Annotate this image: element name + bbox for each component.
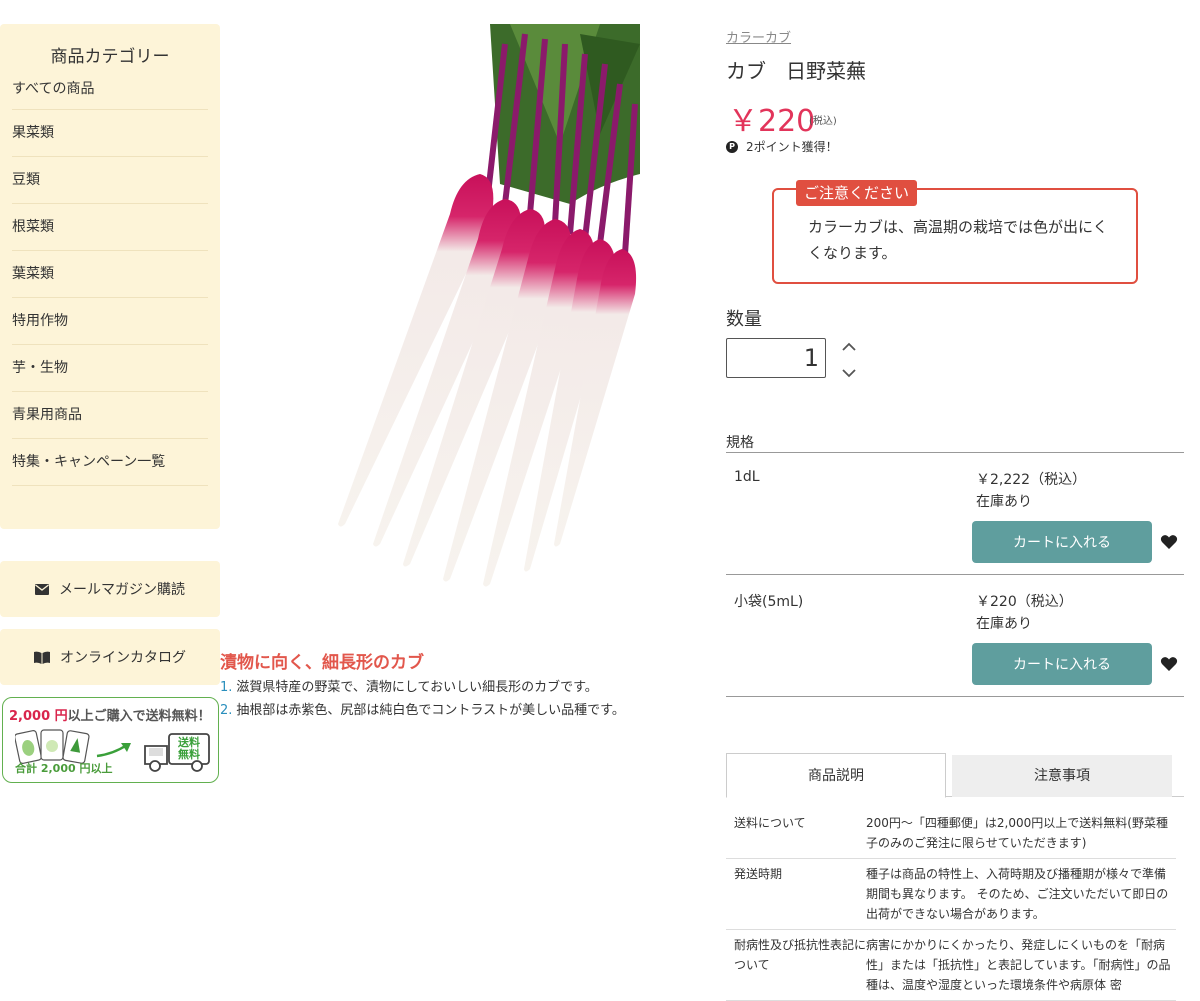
heart-icon[interactable] (1160, 533, 1178, 551)
spec-label: 規格 (726, 435, 754, 451)
category-item-potatoes[interactable]: 芋・生物 (12, 345, 208, 392)
info-key: 発送時期 (734, 867, 783, 881)
banner-subtext: 合計 2,000 円以上 (15, 762, 113, 775)
truck-text-2: 無料 (178, 747, 200, 761)
quantity-stepper (838, 336, 860, 384)
category-item-beans[interactable]: 豆類 (12, 157, 208, 204)
envelope-icon (35, 583, 49, 595)
feature-title: 漬物に向く、細長形のカブ (220, 653, 424, 673)
variant-row: 小袋(5mL) ￥220（税込） 在庫あり カートに入れる (726, 575, 1184, 697)
newsletter-button[interactable]: メールマガジン購読 (0, 561, 220, 617)
info-value: 病害にかかりにくかったり、発症しにくいものを「耐病性」または「抵抗性」と表記して… (866, 938, 1171, 992)
add-to-cart-button[interactable]: カートに入れる (972, 521, 1152, 563)
product-category-link[interactable]: カラーカブ (726, 27, 791, 46)
chevron-up-icon[interactable] (838, 336, 860, 358)
quantity-input[interactable] (726, 338, 826, 378)
variant-table: 1dL ￥2,222（税込） 在庫あり カートに入れる 小袋(5mL) ￥220… (726, 452, 1184, 697)
tab-notes[interactable]: 注意事項 (952, 755, 1172, 797)
category-item-fruit-vegetables[interactable]: 果菜類 (12, 110, 208, 157)
tax-note: (税込) (809, 116, 837, 127)
category-item-special-crops[interactable]: 特用作物 (12, 298, 208, 345)
variant-price: ￥2,222（税込） (976, 472, 1087, 488)
heart-icon[interactable] (1160, 655, 1178, 673)
tab-description[interactable]: 商品説明 (726, 753, 946, 798)
category-list: すべての商品 果菜類 豆類 根菜類 葉菜類 特用作物 芋・生物 青果用商品 特集… (0, 70, 220, 486)
info-key: 送料について (734, 816, 806, 830)
variant-row: 1dL ￥2,222（税込） 在庫あり カートに入れる (726, 453, 1184, 575)
variant-name: 小袋(5mL) (734, 594, 804, 610)
feature-number: 2. (220, 703, 233, 718)
add-to-cart-button[interactable]: カートに入れる (972, 643, 1152, 685)
category-title: 商品カテゴリー (50, 47, 170, 67)
variant-name: 1dL (734, 469, 760, 485)
banner-headline-rest: 以上ご購入で送料無料！ (67, 709, 211, 724)
feature-text: 抽根部は赤紫色、尻部は純白色でコントラストが美しい品種です。 (236, 703, 625, 718)
product-tabs: 商品説明 注意事項 (726, 753, 1184, 798)
free-shipping-banner[interactable]: 2,000 円以上ご購入で送料無料！ 送料 無料 合計 2,000 円以上 (2, 697, 219, 783)
info-value: 種子は商品の特性上、入荷時期及び播種期が様々で準備期間も異なります。 そのため、… (866, 867, 1169, 921)
newsletter-label: メールマガジン購読 (59, 582, 185, 598)
feature-text: 滋賀県特産の野菜で、漬物にしておいしい細長形のカブです。 (236, 680, 598, 695)
feature-item: 2. 抽根部は赤紫色、尻部は純白色でコントラストが美しい品種です。 (220, 699, 625, 722)
feature-item: 1. 滋賀県特産の野菜で、漬物にしておいしい細長形のカブです。 (220, 676, 625, 699)
chevron-down-icon[interactable] (838, 362, 860, 384)
variant-stock: 在庫あり (976, 494, 1032, 510)
info-row: 耐病性及び抵抗性表記について 病害にかかりにくかったり、発症しにくいものを「耐病… (726, 930, 1176, 1001)
category-sidebar: 商品カテゴリー すべての商品 果菜類 豆類 根菜類 葉菜類 特用作物 芋・生物 … (0, 24, 220, 529)
book-icon (34, 651, 50, 664)
banner-amount: 2,000 円 (9, 709, 68, 724)
notice-box: ご注意ください カラーカブは、高温期の栽培では色が出にくくなります。 (772, 180, 1138, 284)
info-row: 発送時期 種子は商品の特性上、入荷時期及び播種期が様々で準備期間も異なります。 … (726, 859, 1176, 930)
category-item-campaigns[interactable]: 特集・キャンペーン一覧 (12, 439, 208, 486)
product-image[interactable] (300, 24, 640, 594)
feature-list: 1. 滋賀県特産の野菜で、漬物にしておいしい細長形のカブです。 2. 抽根部は赤紫色… (220, 676, 625, 722)
catalog-button[interactable]: オンラインカタログ (0, 629, 220, 685)
variant-price: ￥220（税込） (976, 594, 1073, 610)
catalog-label: オンラインカタログ (60, 650, 186, 666)
feature-number: 1. (220, 680, 233, 695)
points-text: 2ポイント獲得！ (746, 140, 838, 154)
quantity-label: 数量 (726, 309, 762, 330)
truck-icon: 送料 無料 (144, 733, 210, 772)
product-price: ￥220 (728, 104, 816, 139)
product-title: カブ 日野菜蕪 (726, 59, 866, 83)
notice-text: カラーカブは、高温期の栽培では色が出にくくなります。 (808, 218, 1108, 262)
info-table: 送料について 200円〜「四種郵便」は2,000円以上で送料無料(野菜種子のみの… (726, 808, 1176, 1001)
category-item-produce[interactable]: 青果用商品 (12, 392, 208, 439)
info-value: 200円〜「四種郵便」は2,000円以上で送料無料(野菜種子のみのご発注に限らせ… (866, 816, 1168, 850)
category-item-all[interactable]: すべての商品 (12, 70, 208, 110)
banner-headline: 2,000 円以上ご購入で送料無料！ (3, 698, 218, 724)
arrow-icon (96, 743, 131, 758)
category-item-leaf-vegetables[interactable]: 葉菜類 (12, 251, 208, 298)
notice-label: ご注意ください (796, 180, 918, 206)
info-key: 耐病性及び抵抗性表記について (734, 938, 867, 972)
info-row: 送料について 200円〜「四種郵便」は2,000円以上で送料無料(野菜種子のみの… (726, 808, 1176, 859)
truck-text-1: 送料 (177, 735, 200, 749)
category-item-root-vegetables[interactable]: 根菜類 (12, 204, 208, 251)
variant-stock: 在庫あり (976, 616, 1032, 632)
point-icon: P (726, 140, 738, 153)
points-info: P 2ポイント獲得！ (726, 138, 838, 155)
